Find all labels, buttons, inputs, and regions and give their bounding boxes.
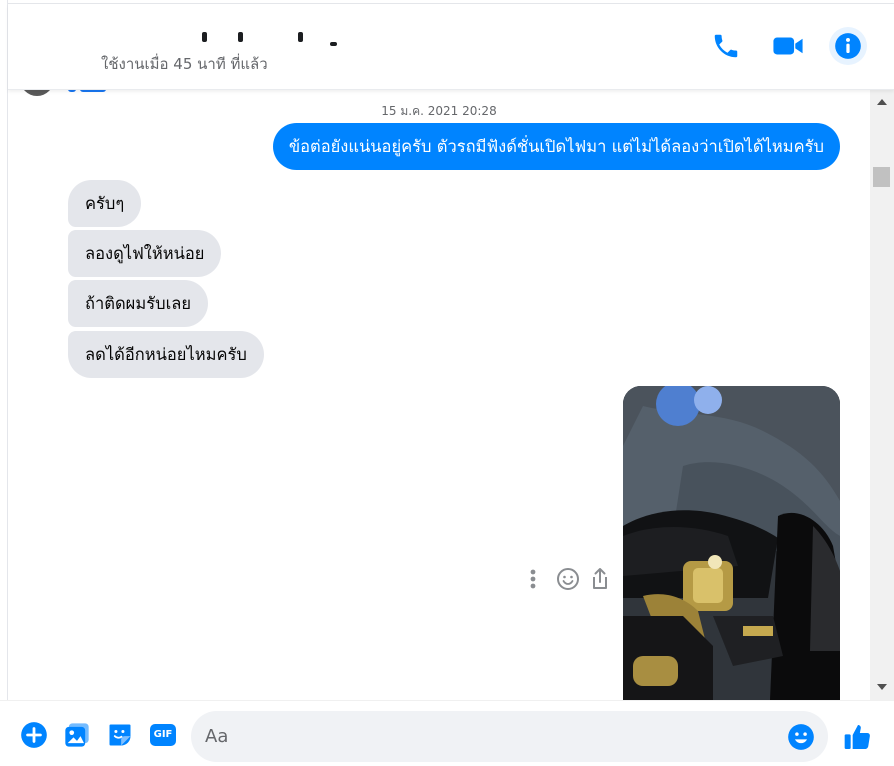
avatar	[20, 90, 54, 96]
more-options-icon[interactable]	[523, 564, 543, 594]
message-actions	[523, 564, 613, 594]
react-icon[interactable]	[553, 564, 583, 594]
conversation-header: ใช้งานเมื่อ 45 นาที ที่แล้ว	[8, 4, 894, 90]
info-icon[interactable]	[829, 27, 867, 65]
thumbs-up-icon[interactable]	[842, 721, 874, 753]
photo-icon[interactable]	[63, 721, 91, 749]
contact-status: ใช้งานเมื่อ 45 นาที ที่แล้ว	[101, 55, 268, 73]
shared-photo[interactable]	[623, 386, 840, 700]
incoming-message[interactable]: ถ้าติดผมรับเลย	[68, 280, 208, 327]
share-icon[interactable]	[585, 564, 615, 594]
scroll-thumb[interactable]	[873, 167, 890, 187]
message-composer: GIF	[0, 700, 894, 766]
messenger-window: ใช้งานเมื่อ 45 นาที ที่แล้ว 15 ม.ค. 2021…	[0, 0, 894, 766]
gif-icon[interactable]: GIF	[149, 721, 177, 749]
gif-label: GIF	[153, 729, 173, 740]
outgoing-message[interactable]: ข้อต่อยังแน่นอยู่ครับ ตัวรถมีฟังด์ชั่นเป…	[272, 123, 840, 170]
incoming-message[interactable]: ครับๆ	[68, 180, 142, 227]
message-input[interactable]	[205, 711, 775, 762]
plus-icon[interactable]	[20, 721, 48, 749]
message-input-wrapper	[191, 711, 828, 762]
scroll-up-arrow-icon[interactable]	[870, 94, 894, 110]
message-timestamp: 15 ม.ค. 2021 20:28	[381, 104, 497, 118]
scroll-down-arrow-icon[interactable]	[870, 679, 894, 695]
video-camera-icon[interactable]	[770, 28, 806, 64]
phone-icon[interactable]	[708, 28, 744, 64]
incoming-message[interactable]: ลองดูไฟให้หน่อย	[68, 230, 222, 277]
emoji-icon[interactable]	[787, 723, 815, 751]
clipped-message-fragment	[68, 90, 108, 92]
contact-name-clipped	[198, 32, 338, 46]
incoming-message[interactable]: ลดได้อีกหน่อยไหมครับ	[68, 331, 264, 378]
message-thread: 15 ม.ค. 2021 20:28 ข้อต่อยังแน่นอยู่ครับ…	[8, 90, 870, 700]
chat-scrollbar[interactable]	[870, 90, 894, 700]
sticker-icon[interactable]	[106, 721, 134, 749]
